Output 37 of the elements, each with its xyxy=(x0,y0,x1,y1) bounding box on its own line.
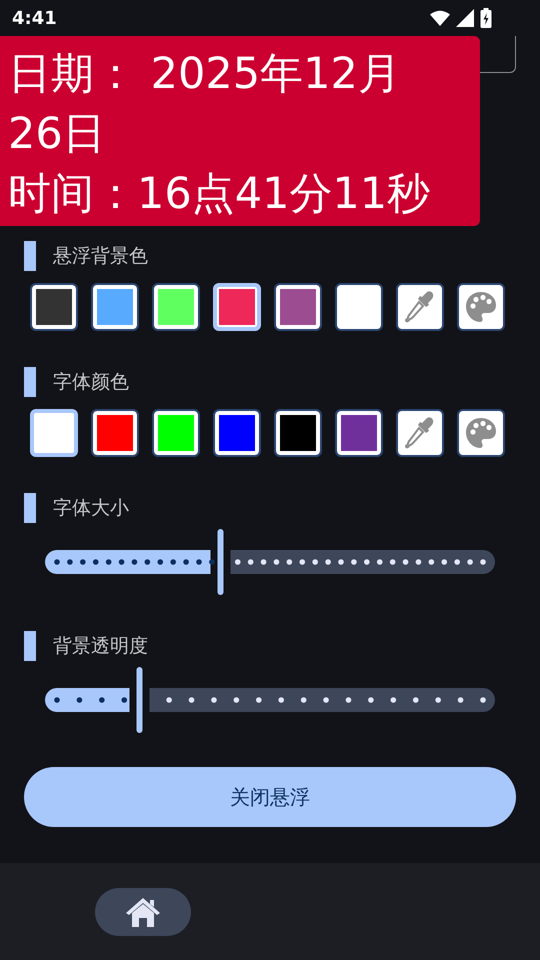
section-marker xyxy=(24,631,36,661)
close-float-button[interactable]: 关闭悬浮 xyxy=(24,767,516,827)
slider-thumb[interactable] xyxy=(218,529,224,595)
home-tab[interactable] xyxy=(95,888,191,936)
color-swatch[interactable] xyxy=(274,283,322,331)
section-title: 字体颜色 xyxy=(53,370,129,395)
battery-icon xyxy=(480,8,492,28)
section-title: 悬浮背景色 xyxy=(53,244,148,269)
floating-text: 日期： 2025年12月26日 xyxy=(8,48,402,161)
color-swatch[interactable] xyxy=(91,409,139,457)
color-swatch[interactable] xyxy=(152,283,200,331)
eyedropper-button[interactable] xyxy=(396,283,444,331)
wifi-icon xyxy=(430,10,450,26)
section-marker xyxy=(24,241,36,271)
floating-text: 时间：16点41分11秒 xyxy=(8,168,432,221)
section-title: 字体大小 xyxy=(53,496,129,521)
color-swatch[interactable] xyxy=(213,409,261,457)
palette-button[interactable] xyxy=(457,283,505,331)
slider-thumb[interactable] xyxy=(136,667,142,733)
signal-icon xyxy=(456,9,474,27)
color-swatch[interactable] xyxy=(152,409,200,457)
palette-icon xyxy=(465,291,497,323)
section-marker xyxy=(24,367,36,397)
color-swatch[interactable] xyxy=(335,409,383,457)
color-swatch[interactable] xyxy=(335,283,383,331)
status-time: 4:41 xyxy=(12,8,57,28)
home-icon xyxy=(125,896,161,928)
section-marker xyxy=(24,493,36,523)
eyedropper-icon xyxy=(405,290,435,324)
section-title: 背景透明度 xyxy=(53,634,148,659)
palette-icon xyxy=(465,417,497,449)
color-swatch[interactable] xyxy=(91,283,139,331)
eyedropper-icon xyxy=(405,416,435,450)
palette-button[interactable] xyxy=(457,409,505,457)
color-swatch[interactable] xyxy=(30,283,78,331)
eyedropper-button[interactable] xyxy=(396,409,444,457)
color-swatch[interactable] xyxy=(274,409,322,457)
